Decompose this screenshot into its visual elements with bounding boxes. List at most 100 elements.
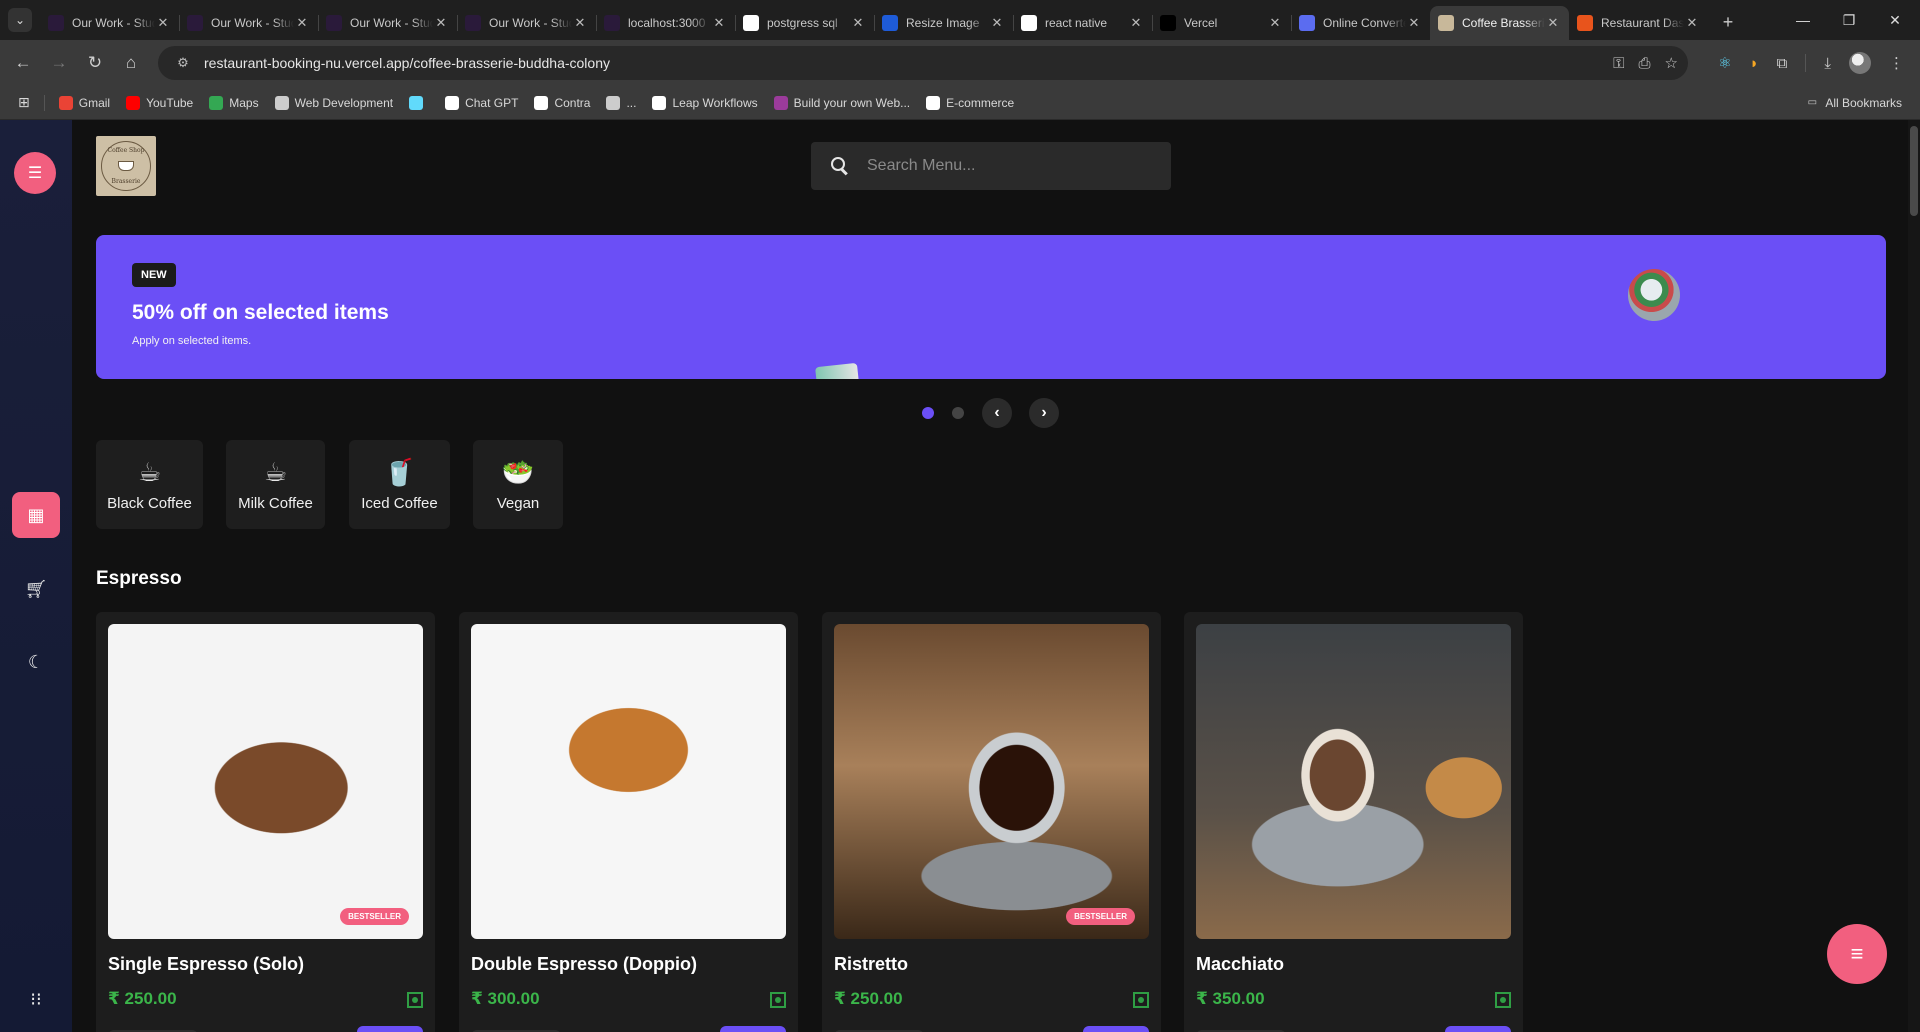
- product-card[interactable]: BESTSELLER Ristretto ₹ 250.00: [822, 612, 1161, 1032]
- bookmark-label: Contra: [554, 95, 591, 110]
- address-bar[interactable]: ⚙ restaurant-booking-nu.vercel.app/coffe…: [158, 46, 1688, 80]
- tab-close-button[interactable]: ✕: [711, 15, 727, 31]
- tab-close-button[interactable]: ✕: [1128, 15, 1144, 31]
- browser-tab[interactable]: Our Work - Studio✕: [179, 6, 318, 40]
- bookmark-item[interactable]: Build your own Web...: [766, 90, 919, 116]
- puzzle-icon[interactable]: ⧉: [1777, 55, 1788, 72]
- site-info-icon[interactable]: ⚙: [168, 55, 198, 71]
- bookmark-item[interactable]: Maps: [201, 90, 266, 116]
- product-image[interactable]: BESTSELLER: [834, 624, 1149, 939]
- react-icon: [409, 95, 424, 110]
- product-image[interactable]: BESTSELLER: [108, 624, 423, 939]
- carousel-dot-1[interactable]: [922, 407, 934, 419]
- sidebar-toggle-button[interactable]: ☰: [14, 152, 56, 194]
- restore-button[interactable]: ❐: [1826, 0, 1872, 40]
- profile-avatar[interactable]: [1849, 52, 1871, 74]
- install-app-icon[interactable]: ⎙: [1639, 55, 1651, 72]
- leap-icon: [652, 95, 667, 110]
- more-menu-icon[interactable]: ⋮: [1889, 54, 1904, 72]
- browser-tab[interactable]: react native ✕: [1013, 6, 1152, 40]
- search-input[interactable]: [867, 157, 1147, 175]
- all-bookmarks-button[interactable]: ▭ All Bookmarks: [1797, 90, 1910, 116]
- product-card[interactable]: BESTSELLER Single Espresso (Solo) ₹ 250.00: [96, 612, 435, 1032]
- tab-close-button[interactable]: ✕: [433, 15, 449, 31]
- tab-close-button[interactable]: ✕: [294, 15, 310, 31]
- iced-coffee-icon: 🥤: [383, 457, 416, 487]
- product-card[interactable]: Macchiato ₹ 350.00: [1184, 612, 1523, 1032]
- carousel-next-button[interactable]: ›: [1029, 398, 1059, 428]
- tab-search-button[interactable]: ⌄: [8, 8, 32, 32]
- scrollbar-thumb[interactable]: [1910, 126, 1918, 216]
- bookmark-item[interactable]: Gmail: [51, 90, 118, 116]
- page-scrollbar[interactable]: [1908, 120, 1920, 1032]
- browser-tab[interactable]: Our Work - Studio✕: [457, 6, 596, 40]
- browser-tab[interactable]: localhost:3000 ✕: [596, 6, 735, 40]
- bookmark-label: Leap Workflows: [672, 95, 758, 110]
- category-iced-coffee[interactable]: 🥤 Iced Coffee: [349, 440, 450, 529]
- extension-icon[interactable]: ◗: [1750, 55, 1759, 72]
- category-black-coffee[interactable]: ☕ Black Coffee: [96, 440, 203, 529]
- product-image[interactable]: [471, 624, 786, 939]
- bookmark-item[interactable]: Chat GPT: [437, 90, 526, 116]
- apps-button[interactable]: ⊞: [10, 90, 38, 116]
- carousel-prev-button[interactable]: ‹: [982, 398, 1012, 428]
- minimize-button[interactable]: —: [1780, 0, 1826, 40]
- bookmark-label: Web Development: [294, 95, 394, 110]
- bookmark-item[interactable]: E-commerce: [918, 90, 1022, 116]
- new-tab-button[interactable]: +: [1714, 8, 1742, 36]
- sidebar-item-theme[interactable]: ☾: [12, 639, 60, 685]
- tab-close-button[interactable]: ✕: [1545, 15, 1561, 31]
- add-to-cart-button[interactable]: [1083, 1026, 1149, 1032]
- sidebar-item-menu[interactable]: ▦: [12, 492, 60, 538]
- back-button[interactable]: ←: [6, 46, 40, 80]
- brand-logo[interactable]: Coffee Shop Brasserie: [96, 136, 156, 196]
- sidebar-item-qr[interactable]: ⁝⁝: [12, 976, 60, 1022]
- react-devtools-icon[interactable]: ⚛: [1718, 54, 1731, 72]
- browser-tab[interactable]: postgress sql ✕: [735, 6, 874, 40]
- category-milk-coffee[interactable]: ☕ Milk Coffee: [226, 440, 325, 529]
- menu-fab-button[interactable]: ≡: [1827, 924, 1887, 984]
- close-window-button[interactable]: ✕: [1872, 0, 1918, 40]
- bookmark-item[interactable]: Web Development: [267, 90, 402, 116]
- home-button[interactable]: ⌂: [114, 46, 148, 80]
- add-to-cart-button[interactable]: [1445, 1026, 1511, 1032]
- tab-close-button[interactable]: ✕: [1267, 15, 1283, 31]
- tab-close-button[interactable]: ✕: [989, 15, 1005, 31]
- star-icon[interactable]: ☆: [1665, 54, 1678, 72]
- bookmark-item[interactable]: YouTube: [118, 90, 201, 116]
- tab-close-button[interactable]: ✕: [850, 15, 866, 31]
- browser-tab[interactable]: Restaurant Dashboard✕: [1569, 6, 1708, 40]
- tab-close-button[interactable]: ✕: [1406, 15, 1422, 31]
- tab-close-button[interactable]: ✕: [572, 15, 588, 31]
- section-title: Espresso: [96, 568, 182, 589]
- key-icon[interactable]: ⚿: [1613, 55, 1624, 72]
- browser-tab[interactable]: Coffee Brasserie ✕: [1430, 6, 1569, 40]
- tab-close-button[interactable]: ✕: [1684, 15, 1700, 31]
- product-card[interactable]: Double Espresso (Doppio) ₹ 300.00: [459, 612, 798, 1032]
- bookmark-item[interactable]: ...: [598, 90, 644, 116]
- sidebar: ☰ ▦ 🛒︎ ☾ ⁝⁝: [0, 120, 72, 1032]
- browser-tab[interactable]: Our Work - Studio✕: [40, 6, 179, 40]
- download-icon[interactable]: ⤓: [1824, 55, 1831, 72]
- bookmark-item[interactable]: [401, 90, 437, 116]
- bookmark-item[interactable]: Leap Workflows: [644, 90, 765, 116]
- bookmark-label: ...: [626, 95, 637, 110]
- tab-title: localhost:3000: [628, 16, 706, 30]
- forward-button[interactable]: →: [42, 46, 76, 80]
- tab-close-button[interactable]: ✕: [155, 15, 171, 31]
- browser-tab[interactable]: Vercel ✕: [1152, 6, 1291, 40]
- add-to-cart-button[interactable]: [357, 1026, 423, 1032]
- browser-tab[interactable]: Online Converter ✕: [1291, 6, 1430, 40]
- browser-tab[interactable]: Resize Image ✕: [874, 6, 1013, 40]
- promo-banner[interactable]: NEW 50% off on selected items Apply on s…: [96, 235, 1886, 379]
- category-vegan[interactable]: 🥗 Vegan: [473, 440, 563, 529]
- product-image[interactable]: [1196, 624, 1511, 939]
- studio-logo-icon: [48, 15, 64, 31]
- carousel-dot-2[interactable]: [952, 407, 964, 419]
- sidebar-item-cart[interactable]: 🛒︎: [12, 566, 60, 612]
- contra-icon: [534, 95, 549, 110]
- bookmark-item[interactable]: Contra: [526, 90, 598, 116]
- add-to-cart-button[interactable]: [720, 1026, 786, 1032]
- browser-tab[interactable]: Our Work - Studio✕: [318, 6, 457, 40]
- reload-button[interactable]: ↻: [78, 46, 112, 80]
